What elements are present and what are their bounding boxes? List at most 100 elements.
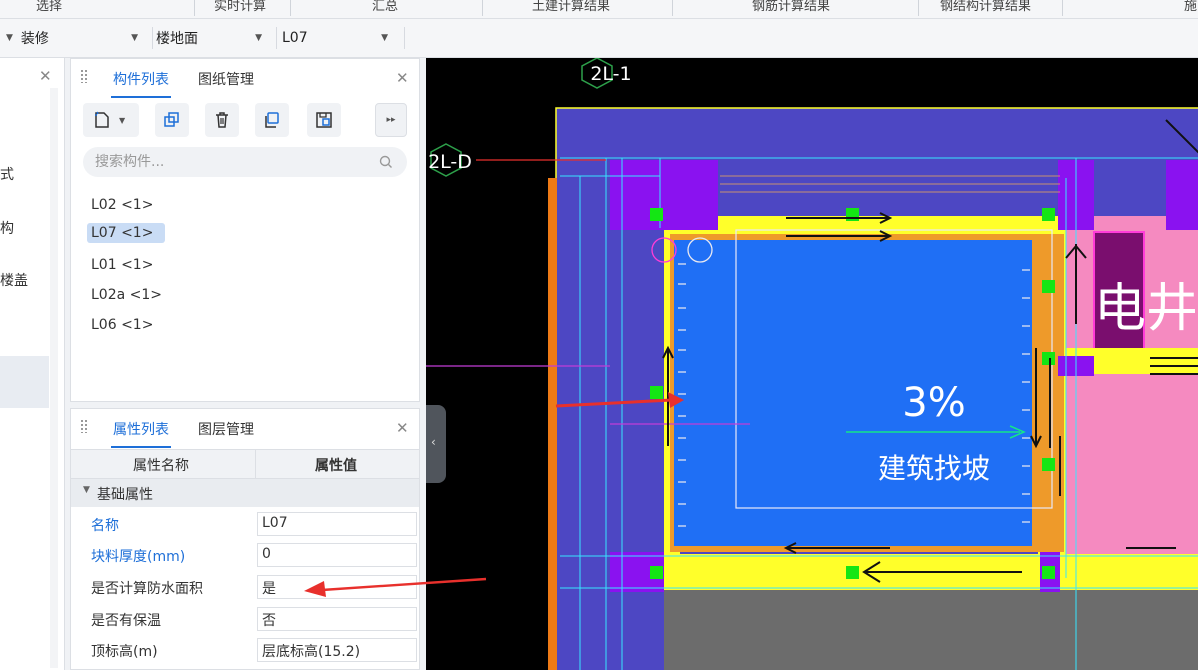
axis-label-top: 2L-1 [590,63,631,85]
column [610,160,718,230]
ribbon-group-civil-results[interactable]: 土建计算结果 [532,0,610,14]
component-value: L07 [282,30,308,46]
property-name: 是否有保温 [91,613,161,629]
nav-item[interactable]: 楼盖 [0,270,28,290]
chevron-down-icon: ▼ [119,115,126,125]
navigation-panel: ✕ 式 构 楼盖 [0,58,65,670]
property-group-label: 基础属性 [97,487,153,503]
property-list-panel: 属性列表 图层管理 ✕ 属性名称 属性值 ▼ 基础属性 名称 L07 块料厚度(… [70,408,420,670]
ribbon-group-rebar-results[interactable]: 钢筋计算结果 [752,0,830,14]
component-list-item[interactable]: L06 <1> [87,315,157,335]
category-dropdown[interactable]: ▼ 装修 ▼ [0,25,150,51]
gray-area [664,588,1198,670]
nav-item[interactable]: 构 [0,218,14,238]
nav-item-selected[interactable] [0,356,49,408]
filter-bar: ▼ 装修 ▼ 楼地面 ▼ L07 ▼ [0,19,1198,58]
new-icon [95,111,109,128]
close-icon[interactable]: ✕ [396,419,409,437]
property-value-field[interactable]: 否 [257,607,417,631]
ribbon-group-summary[interactable]: 汇总 [372,0,398,14]
duplicate-icon [265,112,279,128]
component-list-panel: 构件列表 图纸管理 ✕ ▼ ▸▸ L02 <1> L07 <1> L01 <1>… [70,58,420,402]
new-component-button[interactable]: ▼ [83,103,139,137]
tab-layer-management[interactable]: 图层管理 [198,419,254,439]
property-group-row[interactable]: ▼ 基础属性 [71,479,419,507]
ribbon-separator [1062,0,1063,16]
component-list-item[interactable]: L02 <1> [87,195,157,215]
drag-handle-icon[interactable] [80,69,88,83]
ribbon-group-steel-results[interactable]: 钢结构计算结果 [940,0,1031,14]
copy-component-button[interactable] [155,103,189,137]
nav-item[interactable]: 式 [0,164,14,184]
delete-component-button[interactable] [205,103,239,137]
property-name: 顶标高(m) [91,644,158,660]
delete-icon [216,112,228,128]
duplicate-component-button[interactable] [255,103,289,137]
tab-component-list[interactable]: 构件列表 [111,69,171,98]
filter-separator [404,27,405,49]
column-divider [255,450,256,478]
floor-area [674,240,1032,546]
component-dropdown[interactable]: L07 ▼ [282,25,400,51]
save-component-button[interactable] [307,103,341,137]
type-dropdown[interactable]: 楼地面 ▼ [156,25,274,51]
search-component-input[interactable] [83,147,407,177]
dropdown-arrow-icon: ▼ [381,33,388,43]
property-name: 名称 [91,518,119,534]
property-name: 是否计算防水面积 [91,581,203,597]
property-table-header: 属性名称 属性值 [71,449,419,479]
ribbon-group-select[interactable]: 选择 [36,0,62,14]
dropdown-arrow-icon: ▼ [255,33,262,43]
slope-label: 建筑找坡 [878,452,990,485]
close-icon[interactable]: ✕ [396,69,409,87]
orange-edge [548,178,557,670]
property-row: 名称 L07 [71,509,419,540]
drawing-canvas[interactable]: 3% 建筑找坡 电井 2L-1 2L-D [426,58,1198,670]
axis-label-left: 2L-D [428,151,472,173]
column [1166,160,1198,230]
component-list-item[interactable]: L02a <1> [87,285,166,305]
copy-icon [164,112,179,127]
ribbon-separator [482,0,483,16]
type-value: 楼地面 [156,31,198,47]
room-label: 电井 [1094,279,1198,339]
floor-plan-drawing[interactable]: 3% 建筑找坡 电井 2L-1 2L-D [426,58,1198,670]
property-row: 顶标高(m) 层底标高(15.2) [71,635,419,666]
save-icon [316,112,332,128]
column-header-value: 属性值 [315,458,357,474]
annotation-arrow [304,577,487,597]
property-panel-tabs: 属性列表 图层管理 ✕ [71,409,419,448]
close-icon[interactable]: ✕ [39,67,52,85]
component-list-item-selected[interactable]: L07 <1> [87,223,165,243]
ribbon-separator [672,0,673,16]
search-icon[interactable] [379,155,393,169]
property-value-field[interactable]: 0 [257,543,417,567]
property-value-field[interactable]: L07 [257,512,417,536]
ribbon-group-realtime-calc[interactable]: 实时计算 [214,0,266,14]
property-row: 是否有保温 否 [71,604,419,635]
more-tools-button[interactable]: ▸▸ [375,103,407,137]
filter-separator [276,27,277,49]
ribbon-separator [194,0,195,16]
drag-handle-icon[interactable] [80,419,88,433]
more-icon: ▸▸ [386,115,396,125]
ribbon-separator [290,0,291,16]
component-list-item[interactable]: L01 <1> [87,255,157,275]
category-value: 装修 [20,31,49,47]
chevron-left-icon: ‹ [431,435,436,449]
nav-scrollbar[interactable] [50,88,58,668]
tab-drawing-management[interactable]: 图纸管理 [198,69,254,89]
column-header-name: 属性名称 [133,458,189,474]
ribbon-separator [918,0,919,16]
property-row: 块料厚度(mm) 0 [71,540,419,571]
slope-value: 3% [902,380,965,426]
dropdown-arrow-icon: ▼ [6,33,13,43]
component-panel-tabs: 构件列表 图纸管理 ✕ [71,59,419,98]
filter-separator [152,27,153,49]
ribbon-group-construction[interactable]: 施 [1184,0,1197,14]
collapse-arrow-icon[interactable]: ▼ [83,485,90,495]
property-value-field[interactable]: 层底标高(15.2) [257,638,417,662]
tab-property-list[interactable]: 属性列表 [111,419,171,448]
ribbon-bar: 选择 实时计算 汇总 土建计算结果 钢筋计算结果 钢结构计算结果 施 [0,0,1198,19]
panel-collapse-handle[interactable]: ‹ [426,405,446,483]
